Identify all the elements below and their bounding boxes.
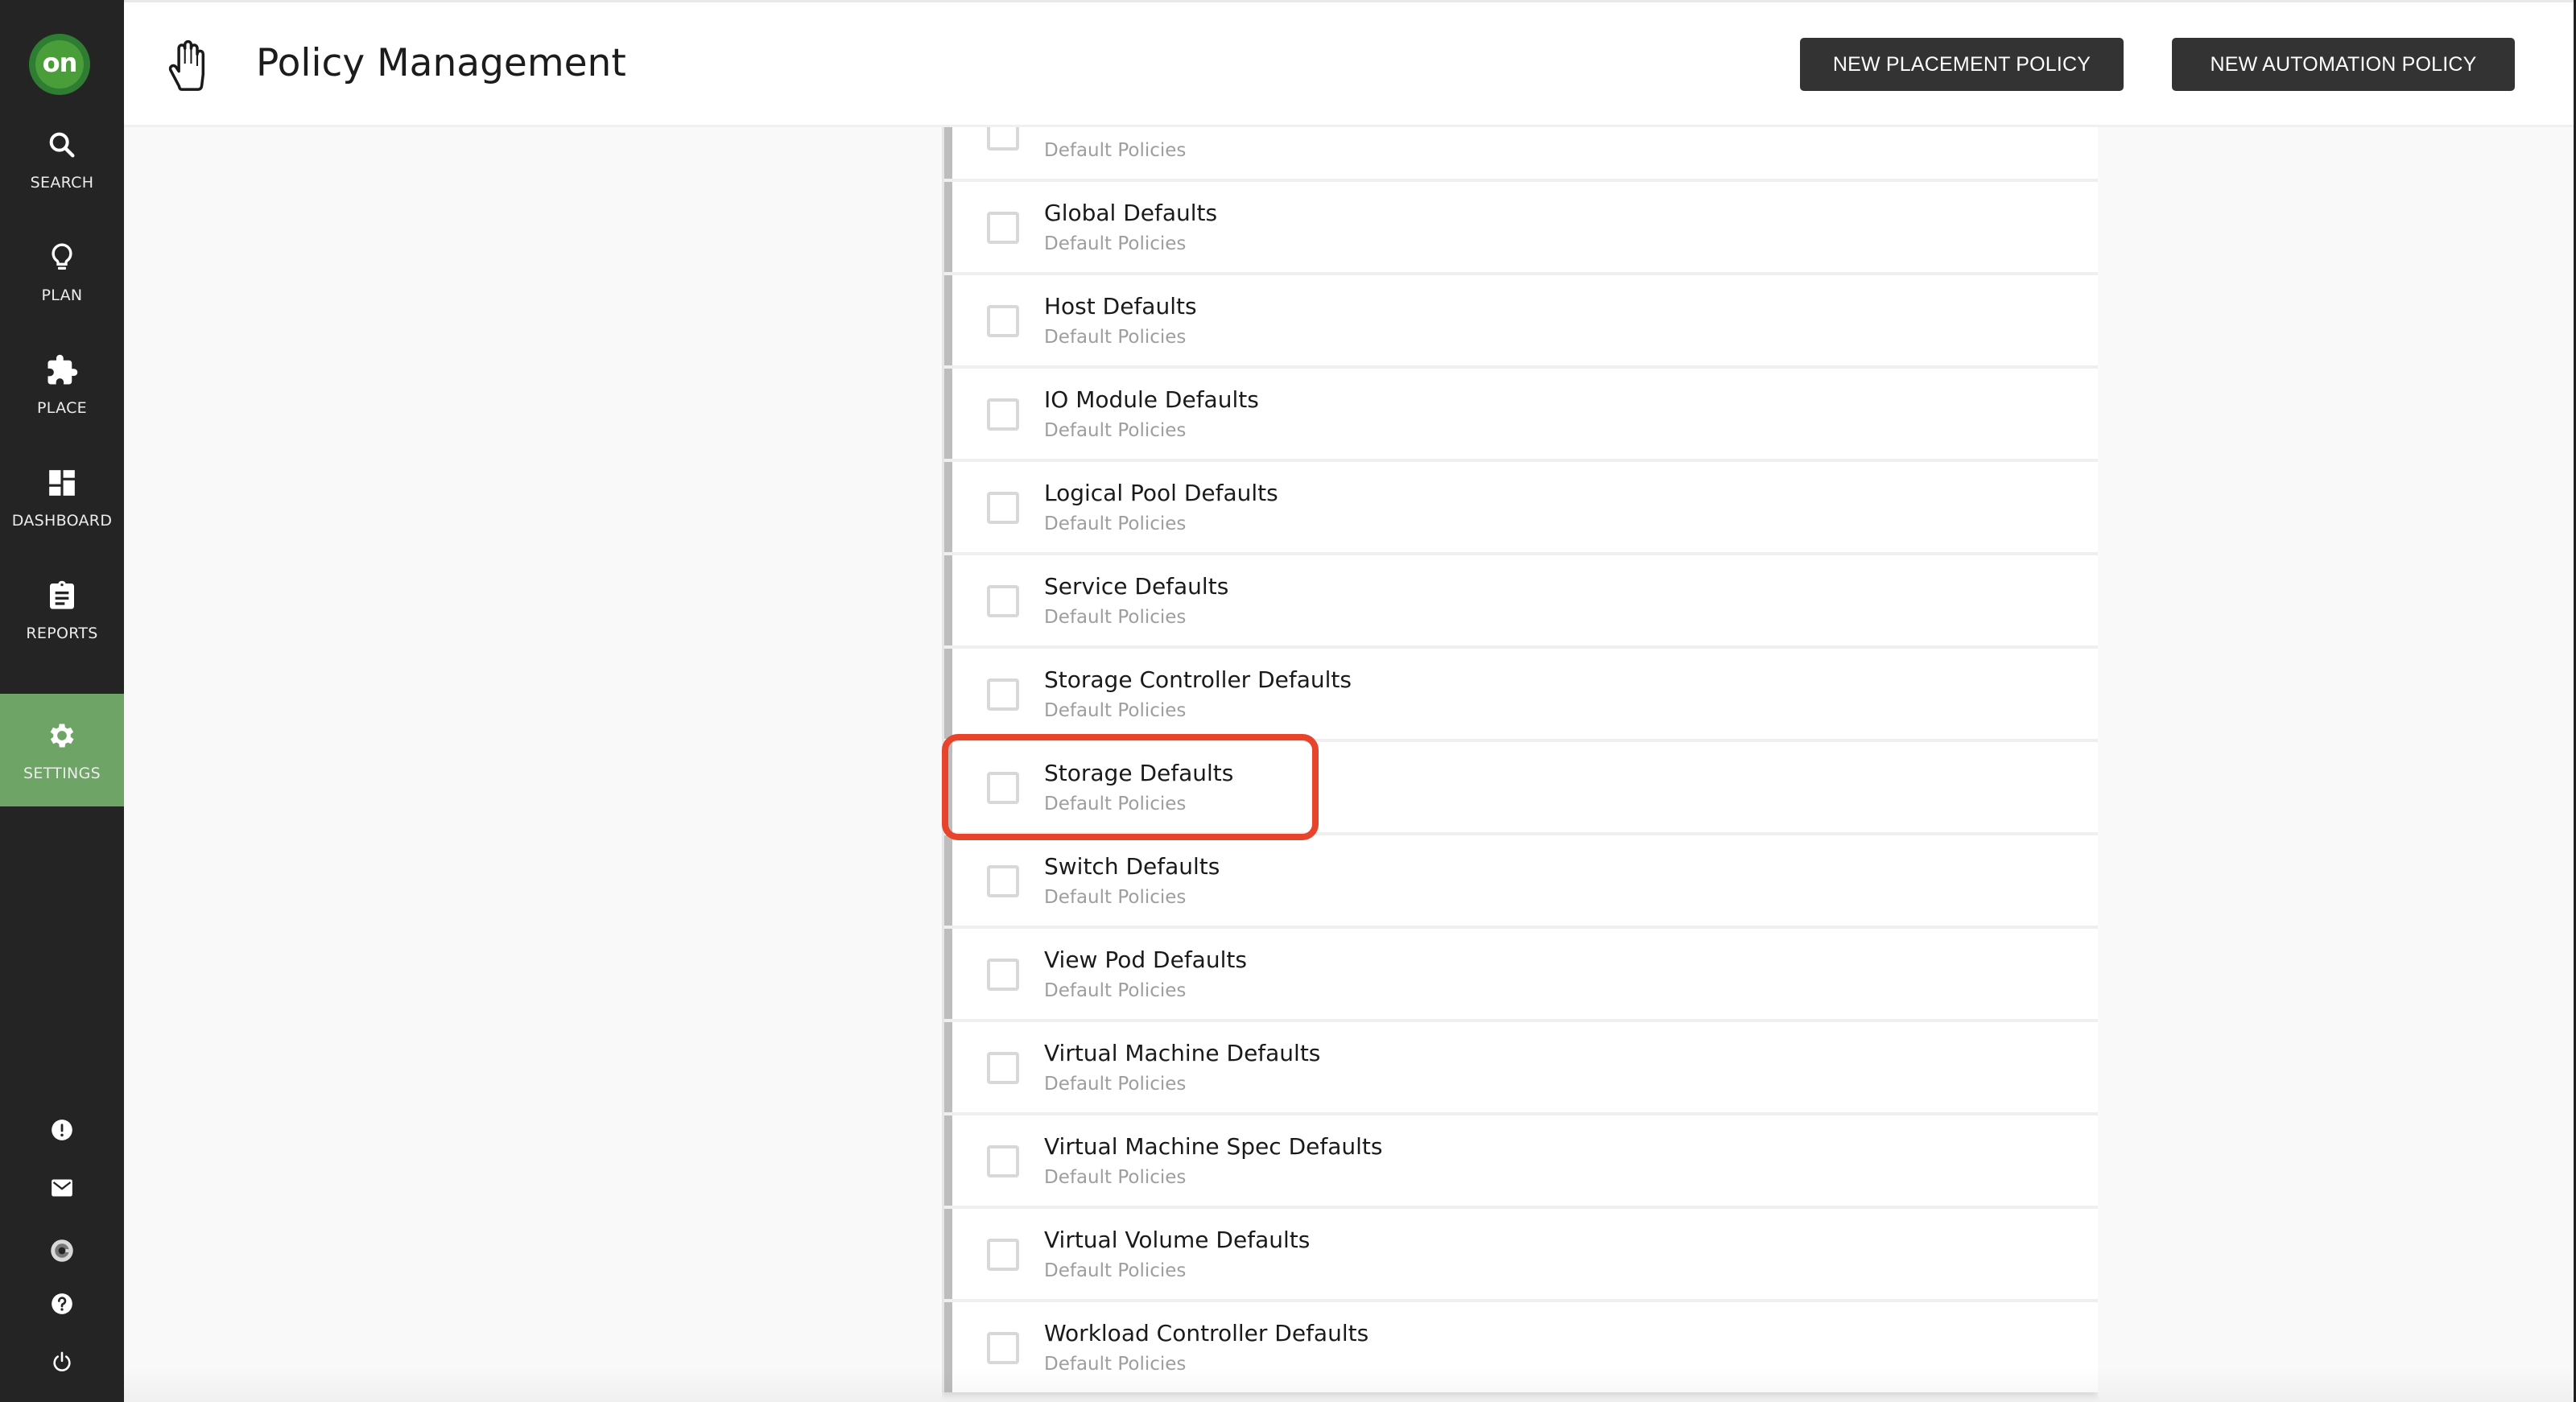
policy-row[interactable]: Virtual Volume Defaults Default Policies [944, 1209, 2098, 1299]
nav-search[interactable]: SEARCH [0, 103, 124, 216]
policy-title[interactable]: IO Module Defaults [1044, 386, 1259, 413]
policy-list-viewport[interactable]: Default Policies Global Defaults Default… [942, 127, 2098, 1402]
policy-title[interactable]: Virtual Machine Spec Defaults [1044, 1133, 1382, 1160]
policy-category: Default Policies [1044, 233, 1187, 254]
g-logo-icon[interactable] [46, 1235, 78, 1267]
nav-plan[interactable]: PLAN [0, 216, 124, 328]
policy-title[interactable]: Storage Defaults [1044, 760, 1233, 786]
puzzle-icon [44, 353, 80, 388]
hand-icon [164, 38, 217, 94]
nav-label: REPORTS [26, 625, 98, 642]
page-header: Policy Management NEW PLACEMENT POLICY N… [124, 0, 2574, 127]
policy-category: Default Policies [1044, 794, 1187, 814]
policy-category: Default Policies [1044, 980, 1187, 1001]
row-checkbox[interactable] [987, 305, 1019, 337]
sidebar: on SEARCH PLAN PLACE DASHBOARD REPORTS S… [0, 0, 124, 1402]
policy-row-highlighted[interactable]: Storage Defaults Default Policies [944, 742, 2098, 832]
policy-title[interactable]: Global Defaults [1044, 200, 1217, 226]
policy-row[interactable]: Switch Defaults Default Policies [944, 835, 2098, 926]
policy-title[interactable]: Service Defaults [1044, 573, 1228, 600]
row-checkbox[interactable] [987, 678, 1019, 711]
policy-category: Default Policies [1044, 327, 1187, 348]
policy-row[interactable]: Virtual Machine Spec Defaults Default Po… [944, 1115, 2098, 1206]
policy-title[interactable]: Switch Defaults [1044, 853, 1220, 880]
gear-icon [44, 718, 80, 753]
policy-category: Default Policies [1044, 420, 1187, 441]
clipboard-icon [44, 578, 80, 613]
row-checkbox[interactable] [987, 772, 1019, 804]
alert-icon[interactable] [46, 1114, 78, 1146]
policy-category: Default Policies [1044, 1074, 1187, 1095]
mail-icon[interactable] [46, 1172, 78, 1204]
dashboard-icon [44, 465, 80, 501]
page-title: Policy Management [256, 41, 626, 85]
policy-title[interactable]: Storage Controller Defaults [1044, 666, 1352, 693]
policy-category: Default Policies [1044, 607, 1187, 628]
policy-row[interactable]: Workload Controller Defaults Default Pol… [944, 1302, 2098, 1392]
nav-settings[interactable]: SETTINGS [0, 694, 124, 806]
policy-list: Default Policies Global Defaults Default… [942, 127, 2098, 1392]
logo-text: on [35, 40, 84, 89]
policy-category: Default Policies [1044, 887, 1187, 908]
policy-row[interactable]: IO Module Defaults Default Policies [944, 369, 2098, 459]
nav-label: PLACE [37, 399, 87, 417]
policy-category: Default Policies [1044, 700, 1187, 721]
nav-label: SEARCH [30, 174, 94, 192]
new-placement-policy-button[interactable]: NEW PLACEMENT POLICY [1800, 38, 2124, 91]
row-checkbox[interactable] [987, 212, 1019, 244]
nav-reports[interactable]: REPORTS [0, 554, 124, 666]
policy-title[interactable]: View Pod Defaults [1044, 946, 1247, 973]
policy-row[interactable]: Service Defaults Default Policies [944, 555, 2098, 645]
new-automation-policy-button[interactable]: NEW AUTOMATION POLICY [2172, 38, 2515, 91]
policy-row[interactable]: Host Defaults Default Policies [944, 275, 2098, 365]
policy-row[interactable]: Storage Controller Defaults Default Poli… [944, 649, 2098, 739]
search-icon [44, 127, 80, 163]
nav-label: DASHBOARD [11, 512, 113, 530]
policy-title[interactable]: Logical Pool Defaults [1044, 480, 1278, 506]
row-checkbox[interactable] [987, 127, 1019, 151]
nav-label: PLAN [41, 287, 83, 304]
power-icon[interactable] [46, 1346, 78, 1378]
help-icon[interactable] [46, 1288, 78, 1320]
row-checkbox[interactable] [987, 1239, 1019, 1271]
nav-place[interactable]: PLACE [0, 328, 124, 441]
row-checkbox[interactable] [987, 585, 1019, 617]
nav-dashboard[interactable]: DASHBOARD [0, 441, 124, 554]
nav-label: SETTINGS [23, 765, 101, 782]
policy-row[interactable]: Logical Pool Defaults Default Policies [944, 462, 2098, 552]
policy-row[interactable]: View Pod Defaults Default Policies [944, 929, 2098, 1019]
policy-title[interactable]: Workload Controller Defaults [1044, 1320, 1368, 1346]
policy-title[interactable]: Host Defaults [1044, 293, 1197, 320]
row-checkbox[interactable] [987, 1052, 1019, 1084]
policy-row[interactable]: Global Defaults Default Policies [944, 182, 2098, 272]
row-checkbox[interactable] [987, 1332, 1019, 1364]
row-checkbox[interactable] [987, 1145, 1019, 1177]
row-checkbox[interactable] [987, 865, 1019, 897]
row-checkbox[interactable] [987, 398, 1019, 431]
policy-row[interactable]: Default Policies [944, 127, 2098, 179]
policy-category: Default Policies [1044, 1354, 1187, 1375]
policy-title[interactable]: Virtual Volume Defaults [1044, 1227, 1310, 1253]
policy-category: Default Policies [1044, 140, 1187, 161]
policy-category: Default Policies [1044, 1260, 1187, 1281]
policy-title[interactable]: Virtual Machine Defaults [1044, 1040, 1320, 1066]
policy-category: Default Policies [1044, 513, 1187, 534]
row-checkbox[interactable] [987, 959, 1019, 991]
lightbulb-icon [44, 240, 80, 275]
row-checkbox[interactable] [987, 492, 1019, 524]
policy-row[interactable]: Virtual Machine Defaults Default Policie… [944, 1022, 2098, 1112]
turbonomic-logo[interactable]: on [29, 34, 90, 95]
policy-category: Default Policies [1044, 1167, 1187, 1188]
